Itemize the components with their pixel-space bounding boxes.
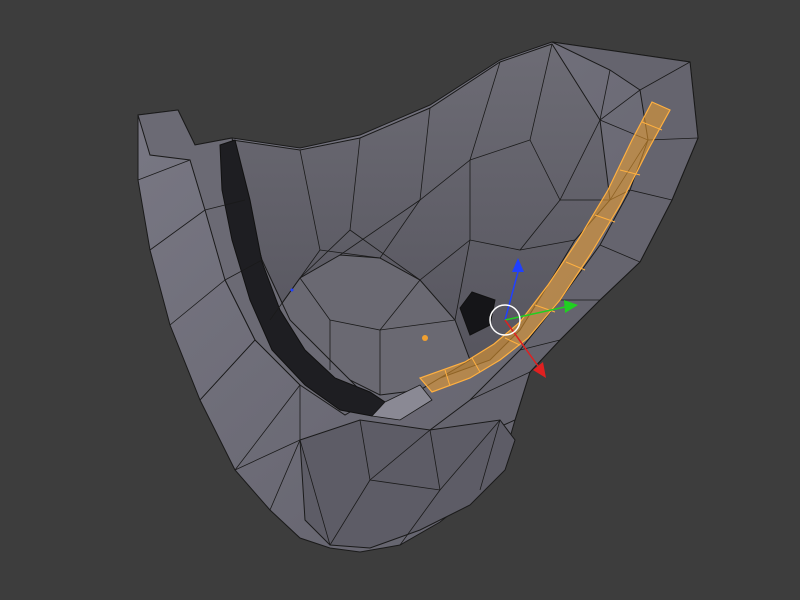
object-origin-icon[interactable]	[422, 335, 428, 341]
mesh-object[interactable]	[137, 41, 699, 553]
viewport-canvas[interactable]	[0, 0, 800, 600]
blue-vertex-marker	[290, 288, 294, 292]
mesh-lower-chin[interactable]	[299, 419, 516, 549]
3d-viewport[interactable]	[0, 0, 800, 600]
